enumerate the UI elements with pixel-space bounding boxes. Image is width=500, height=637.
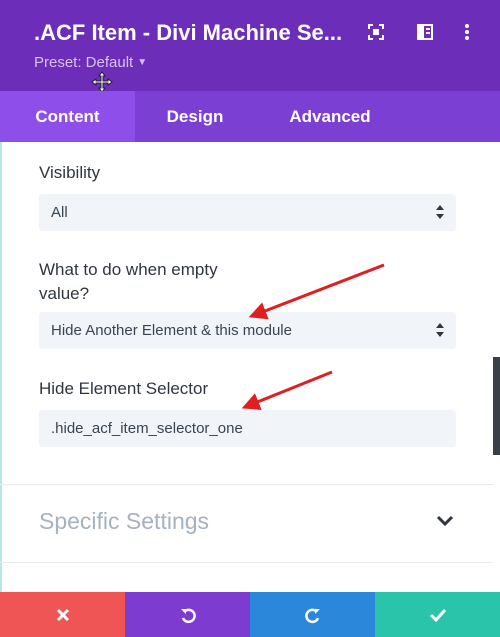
caret-down-icon: ▼ [137, 57, 148, 68]
hide-selector-input[interactable]: .hide_acf_item_selector_one [39, 410, 456, 447]
redo-button[interactable] [250, 592, 375, 637]
move-cursor-icon [91, 71, 113, 93]
specific-settings-title[interactable]: Specific Settings [39, 508, 209, 535]
preset-selector[interactable]: Preset: Default ▼ [34, 54, 147, 71]
modal-title: .ACF Item - Divi Machine Se... [34, 20, 343, 45]
undo-icon [180, 608, 196, 623]
left-edge-accent [0, 142, 2, 592]
chevron-down-icon[interactable] [436, 515, 454, 527]
expand-icon[interactable] [365, 21, 387, 43]
undo-button[interactable] [125, 592, 250, 637]
footer-actions [0, 592, 500, 637]
red-arrow-annotation [241, 370, 333, 410]
empty-value-select[interactable]: Hide Another Element & this module [39, 312, 456, 349]
tab-advanced[interactable]: Advanced [255, 91, 405, 142]
preset-label: Preset: Default [34, 54, 134, 71]
tab-content[interactable]: Content [0, 91, 135, 142]
close-icon [56, 608, 69, 621]
sidebar-icon[interactable] [414, 21, 436, 43]
hide-selector-value: .hide_acf_item_selector_one [51, 420, 243, 437]
tab-design[interactable]: Design [135, 91, 255, 142]
visibility-value: All [51, 204, 68, 221]
select-arrows-icon [436, 205, 444, 219]
select-arrows-icon [436, 323, 444, 337]
save-button[interactable] [375, 592, 500, 637]
section-divider [0, 484, 493, 485]
visibility-select[interactable]: All [39, 194, 456, 231]
cancel-button[interactable] [0, 592, 125, 637]
scrollbar[interactable] [493, 357, 500, 455]
tab-bar: Content Design Advanced [0, 91, 500, 142]
modal-header: .ACF Item - Divi Machine Se... Preset: D… [0, 0, 500, 93]
visibility-label: Visibility [39, 163, 101, 182]
empty-value-label: What to do when empty value? [39, 260, 218, 303]
more-options-icon[interactable] [456, 21, 478, 43]
hide-selector-label: Hide Element Selector [39, 379, 209, 398]
section-divider [0, 562, 493, 563]
check-icon [429, 608, 446, 622]
red-arrow-annotation [248, 263, 385, 320]
redo-icon [304, 608, 320, 623]
empty-value-value: Hide Another Element & this module [51, 322, 292, 339]
